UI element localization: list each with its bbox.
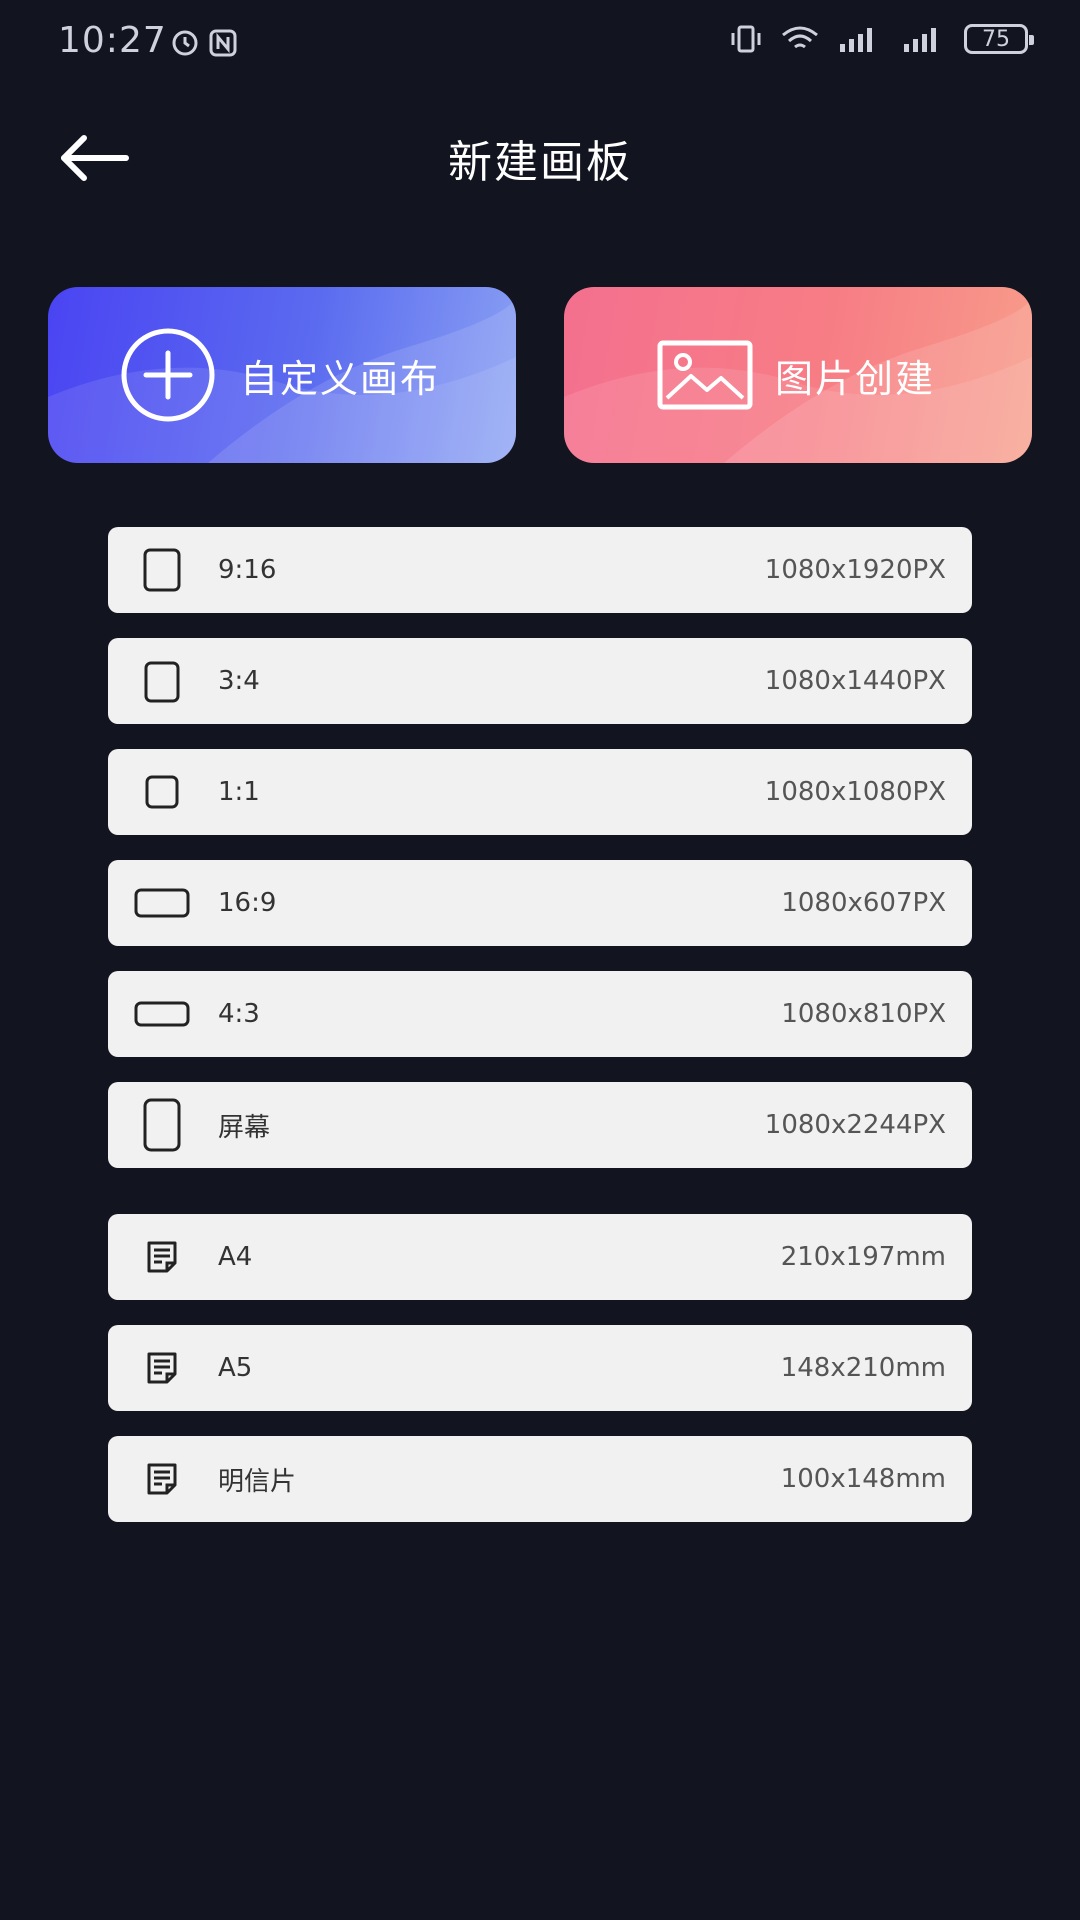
landscape-icon xyxy=(122,971,202,1057)
status-time: 10:27 xyxy=(58,20,167,61)
preset-row-a4[interactable]: A4 210x197mm xyxy=(108,1214,972,1300)
preset-row-screen[interactable]: 屏幕 1080x2244PX xyxy=(108,1082,972,1168)
preset-size: 1080x1440PX xyxy=(764,666,946,696)
phone-screen-icon xyxy=(122,1082,202,1168)
preset-size: 1080x810PX xyxy=(781,999,946,1029)
image-icon xyxy=(657,340,753,410)
screen: 10:27 75 新建画板 自定义画布 图片创建 9:16 1080x1920P… xyxy=(0,0,1080,1920)
preset-label: A5 xyxy=(218,1353,253,1383)
alarm-icon xyxy=(172,30,198,56)
document-icon xyxy=(122,1436,202,1522)
vibrate-icon xyxy=(731,25,761,53)
preset-row-1-1[interactable]: 1:1 1080x1080PX xyxy=(108,749,972,835)
preset-label: 明信片 xyxy=(218,1466,297,1497)
preset-size: 1080x607PX xyxy=(781,888,946,918)
custom-canvas-content: 自定义画布 xyxy=(48,325,516,425)
battery-level: 75 xyxy=(982,26,1010,52)
preset-size: 210x197mm xyxy=(780,1242,946,1272)
preset-label: 1:1 xyxy=(218,777,260,807)
preset-label: A4 xyxy=(218,1242,253,1272)
status-left-icons xyxy=(170,28,238,58)
page-title: 新建画板 xyxy=(448,137,632,188)
landscape-wide-icon xyxy=(122,860,202,946)
wifi-icon xyxy=(782,26,818,49)
signal-5g-icon xyxy=(840,28,872,52)
preset-row-3-4[interactable]: 3:4 1080x1440PX xyxy=(108,638,972,724)
preset-label: 屏幕 xyxy=(218,1112,271,1143)
header: 新建画板 xyxy=(0,110,1080,202)
preset-label: 4:3 xyxy=(218,999,260,1029)
preset-size: 148x210mm xyxy=(780,1353,946,1383)
preset-row-16-9[interactable]: 16:9 1080x607PX xyxy=(108,860,972,946)
custom-canvas-button[interactable]: 自定义画布 xyxy=(48,287,516,463)
image-create-label: 图片创建 xyxy=(775,356,936,401)
preset-row-4-3[interactable]: 4:3 1080x810PX xyxy=(108,971,972,1057)
document-icon xyxy=(122,1214,202,1300)
preset-row-postcard[interactable]: 明信片 100x148mm xyxy=(108,1436,972,1522)
preset-label: 16:9 xyxy=(218,888,277,918)
battery-indicator: 75 xyxy=(964,24,1034,54)
portrait-tall-icon xyxy=(122,527,202,613)
preset-size: 1080x2244PX xyxy=(764,1110,946,1140)
nfc-icon xyxy=(209,29,237,57)
document-icon xyxy=(122,1325,202,1411)
image-create-button[interactable]: 图片创建 xyxy=(564,287,1032,463)
portrait-icon xyxy=(122,638,202,724)
preset-size: 1080x1080PX xyxy=(764,777,946,807)
preset-list: 9:16 1080x1920PX 3:4 1080x1440PX 1:1 108… xyxy=(108,527,972,1547)
preset-label: 3:4 xyxy=(218,666,260,696)
preset-label: 9:16 xyxy=(218,555,277,585)
preset-size: 100x148mm xyxy=(780,1464,946,1494)
signal-4g-icon xyxy=(904,28,936,52)
preset-row-a5[interactable]: A5 148x210mm xyxy=(108,1325,972,1411)
preset-size: 1080x1920PX xyxy=(764,555,946,585)
plus-circle-icon xyxy=(121,328,215,422)
status-right: 75 xyxy=(728,24,1034,54)
preset-row-9-16[interactable]: 9:16 1080x1920PX xyxy=(108,527,972,613)
square-icon xyxy=(122,749,202,835)
image-create-content: 图片创建 xyxy=(564,340,1032,410)
status-bar: 10:27 75 xyxy=(0,0,1080,88)
custom-canvas-label: 自定义画布 xyxy=(240,356,441,401)
